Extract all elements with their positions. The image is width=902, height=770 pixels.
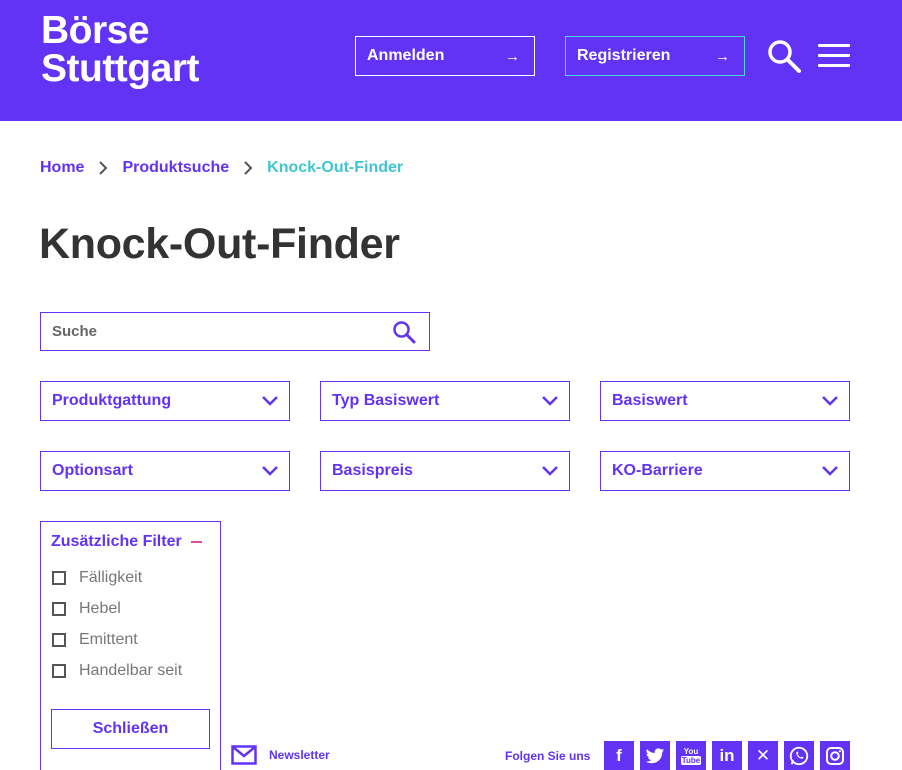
instagram-icon[interactable] [820, 741, 850, 770]
xing-glyph: ✕ [755, 746, 771, 765]
search-input[interactable] [52, 323, 382, 340]
additional-filters-toggle[interactable]: Zusätzliche Filter [51, 533, 202, 551]
youtube-icon[interactable]: You Tube [676, 741, 706, 770]
linkedin-icon[interactable]: in [712, 741, 742, 770]
checkbox[interactable] [52, 602, 66, 616]
chevron-down-icon [542, 396, 558, 406]
checkbox-label: Hebel [79, 600, 121, 617]
arrow-right-icon: → [715, 47, 730, 65]
checkbox-emittent[interactable]: Emittent [52, 631, 138, 649]
whatsapp-icon[interactable] [784, 741, 814, 770]
filter-label: Produktgattung [52, 392, 172, 409]
filter-typ-basiswert[interactable]: Typ Basiswert [320, 381, 570, 421]
logo-line-1: Börse [41, 9, 150, 52]
filter-ko-barriere[interactable]: KO-Barriere [600, 451, 850, 491]
chevron-down-icon [822, 466, 838, 476]
logo-line-2: Stuttgart [41, 47, 199, 90]
twitter-icon[interactable] [640, 741, 670, 770]
arrow-right-icon: → [505, 47, 520, 65]
additional-filters-panel: Zusätzliche Filter Fälligkeit Hebel Emit… [40, 521, 221, 770]
filter-basiswert[interactable]: Basiswert [600, 381, 850, 421]
filter-label: KO-Barriere [612, 462, 703, 479]
breadcrumb-home[interactable]: Home [40, 159, 84, 177]
filter-label: Basispreis [332, 462, 413, 479]
breadcrumb: Home Produktsuche Knock-Out-Finder [40, 157, 403, 179]
boerse-stuttgart-logo[interactable]: Börse Stuttgart [41, 9, 199, 90]
search-icon[interactable] [766, 38, 802, 74]
checkbox-label: Emittent [79, 631, 138, 648]
chevron-down-icon [822, 396, 838, 406]
checkbox[interactable] [52, 664, 66, 678]
follow-us-label: Folgen Sie uns [505, 749, 591, 763]
filter-label: Basiswert [612, 392, 688, 409]
newsletter-label: Newsletter [269, 748, 330, 762]
youtube-glyph-top: You [683, 747, 699, 756]
chevron-down-icon [262, 466, 278, 476]
site-header: Börse Stuttgart Anmelden → Registrieren … [0, 0, 902, 121]
filter-label: Optionsart [52, 462, 133, 479]
checkbox-label: Fälligkeit [79, 569, 143, 586]
search-icon[interactable] [392, 320, 416, 344]
xing-icon[interactable]: ✕ [748, 741, 778, 770]
login-label: Anmelden [367, 47, 445, 64]
facebook-icon[interactable]: f [604, 741, 634, 770]
page-title: Knock-Out-Finder [39, 220, 400, 268]
chevron-right-icon [99, 161, 108, 175]
minus-icon [190, 541, 202, 543]
breadcrumb-current: Knock-Out-Finder [267, 159, 404, 176]
breadcrumb-produktsuche[interactable]: Produktsuche [122, 159, 229, 177]
youtube-glyph-bottom: Tube [680, 756, 702, 765]
close-filters-button[interactable]: Schließen [51, 709, 210, 749]
mail-icon [231, 745, 257, 765]
filter-basispreis[interactable]: Basispreis [320, 451, 570, 491]
menu-icon[interactable] [818, 44, 850, 68]
checkbox-hebel[interactable]: Hebel [52, 600, 121, 618]
login-button[interactable]: Anmelden → [355, 36, 535, 76]
checkbox-label: Handelbar seit [79, 662, 183, 679]
checkbox[interactable] [52, 633, 66, 647]
filter-optionsart[interactable]: Optionsart [40, 451, 290, 491]
checkbox-handelbar-seit[interactable]: Handelbar seit [52, 662, 182, 680]
chevron-down-icon [262, 396, 278, 406]
facebook-glyph: f [616, 746, 622, 765]
search-field [40, 312, 430, 351]
additional-filters-title: Zusätzliche Filter [51, 533, 182, 550]
linkedin-glyph: in [719, 746, 735, 765]
checkbox-faelligkeit[interactable]: Fälligkeit [52, 569, 142, 587]
checkbox[interactable] [52, 571, 66, 585]
filter-produktgattung[interactable]: Produktgattung [40, 381, 290, 421]
register-label: Registrieren [577, 47, 671, 64]
chevron-down-icon [542, 466, 558, 476]
register-button[interactable]: Registrieren → [565, 36, 745, 76]
filter-label: Typ Basiswert [332, 392, 440, 409]
newsletter-link[interactable]: Newsletter [231, 744, 330, 766]
chevron-right-icon [244, 161, 253, 175]
